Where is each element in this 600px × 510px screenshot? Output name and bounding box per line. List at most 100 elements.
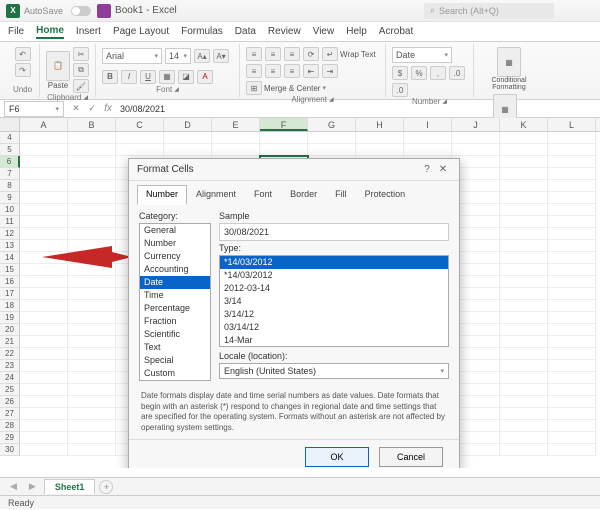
row-header[interactable]: 27 [0,408,20,420]
sheet-nav-next-icon[interactable]: ▶ [25,481,40,492]
menu-data[interactable]: Data [235,26,256,37]
select-all-corner[interactable] [0,118,20,131]
close-icon[interactable]: ✕ [435,164,451,175]
merge-icon[interactable]: ⊞ [246,81,262,95]
category-item[interactable]: Scientific [140,328,210,341]
cell[interactable] [404,144,452,156]
row-header[interactable]: 11 [0,216,20,228]
cell[interactable] [500,312,548,324]
copy-icon[interactable]: ⧉ [73,63,89,77]
cell[interactable] [500,132,548,144]
column-header[interactable]: K [500,118,548,131]
dialog-tab[interactable]: Protection [356,185,415,205]
cell[interactable] [500,324,548,336]
cell[interactable] [164,144,212,156]
menu-review[interactable]: Review [268,26,301,37]
search-box[interactable]: ⌕ Search (Alt+Q) [424,3,554,19]
cell[interactable] [20,396,68,408]
cell[interactable] [500,168,548,180]
row-header[interactable]: 9 [0,192,20,204]
cell[interactable] [548,192,596,204]
cell[interactable] [548,156,596,168]
cell[interactable] [500,144,548,156]
font-name-dropdown[interactable]: Arial▾ [102,48,162,64]
align-bottom-icon[interactable]: ≡ [284,47,300,61]
align-middle-icon[interactable]: ≡ [265,47,281,61]
cell[interactable] [500,300,548,312]
cancel-button[interactable]: Cancel [379,447,443,467]
category-item[interactable]: Date [140,276,210,289]
row-header[interactable]: 7 [0,168,20,180]
cell[interactable] [20,420,68,432]
cell[interactable] [20,300,68,312]
cell[interactable] [68,372,116,384]
column-header[interactable]: H [356,118,404,131]
cell[interactable] [500,228,548,240]
row-header[interactable]: 12 [0,228,20,240]
row-header[interactable]: 4 [0,132,20,144]
cell[interactable] [164,132,212,144]
cell[interactable] [500,360,548,372]
add-sheet-button[interactable]: + [99,480,113,494]
font-size-dropdown[interactable]: 14▾ [165,48,191,64]
cell[interactable] [68,348,116,360]
conditional-formatting-icon[interactable]: ▦ [497,47,521,77]
dialog-tab[interactable]: Font [245,185,281,205]
sheet-tab-sheet1[interactable]: Sheet1 [44,479,96,494]
cell[interactable] [548,216,596,228]
align-left-icon[interactable]: ≡ [246,64,262,78]
row-header[interactable]: 6 [0,156,20,168]
cell[interactable] [548,408,596,420]
column-header[interactable]: C [116,118,164,131]
font-dialog-launcher-icon[interactable]: ◢ [174,86,179,93]
cell[interactable] [68,432,116,444]
category-item[interactable]: Custom [140,367,210,380]
column-header[interactable]: E [212,118,260,131]
category-item[interactable]: Currency [140,250,210,263]
cell[interactable] [548,444,596,456]
save-icon[interactable] [97,4,111,18]
category-item[interactable]: Percentage [140,302,210,315]
cell[interactable] [20,348,68,360]
dialog-tab[interactable]: Border [281,185,326,205]
row-header[interactable]: 8 [0,180,20,192]
cell[interactable] [308,132,356,144]
cell[interactable] [20,336,68,348]
fx-icon[interactable]: fx [100,103,116,114]
cell[interactable] [20,288,68,300]
dialog-tab[interactable]: Fill [326,185,356,205]
row-header[interactable]: 5 [0,144,20,156]
cell[interactable] [548,336,596,348]
cell[interactable] [548,264,596,276]
cell[interactable] [68,312,116,324]
percent-icon[interactable]: % [411,66,427,80]
cell[interactable] [20,372,68,384]
cell[interactable] [20,216,68,228]
cell[interactable] [308,144,356,156]
increase-font-icon[interactable]: A▴ [194,49,210,63]
cell[interactable] [548,396,596,408]
row-header[interactable]: 21 [0,336,20,348]
decrease-indent-icon[interactable]: ⇤ [303,64,319,78]
locale-dropdown[interactable]: English (United States) ▾ [219,363,449,379]
cell[interactable] [500,444,548,456]
row-header[interactable]: 23 [0,360,20,372]
category-item[interactable]: Accounting [140,263,210,276]
cell[interactable] [20,432,68,444]
underline-icon[interactable]: U [140,70,156,84]
cell[interactable] [500,420,548,432]
cell[interactable] [68,420,116,432]
type-item[interactable]: 3/14 [220,295,448,308]
cell[interactable] [548,384,596,396]
column-header[interactable]: F [260,118,308,131]
format-painter-icon[interactable]: 🖌 [73,79,89,93]
cell[interactable] [500,240,548,252]
cell[interactable] [116,132,164,144]
column-header[interactable]: L [548,118,596,131]
cell[interactable] [20,132,68,144]
row-header[interactable]: 14 [0,252,20,264]
cell[interactable] [500,264,548,276]
cell[interactable] [20,144,68,156]
cell[interactable] [500,192,548,204]
cell[interactable] [548,144,596,156]
